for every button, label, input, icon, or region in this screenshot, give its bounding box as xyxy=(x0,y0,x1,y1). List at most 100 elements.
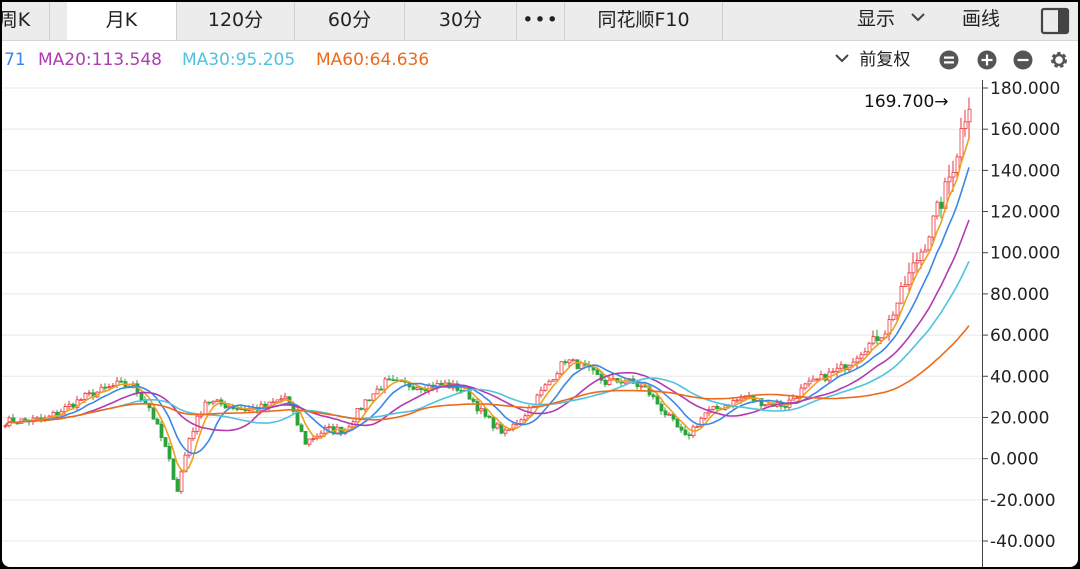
candle-body xyxy=(155,418,160,425)
price-adjust-dropdown[interactable]: 前复权 xyxy=(834,41,910,79)
y-tick-label: 100.000 xyxy=(990,244,1060,264)
candlestick-chart[interactable]: 180.000 160.000 140.000 120.000 100.000 80.00… xyxy=(2,80,1078,567)
candle xyxy=(819,370,824,380)
candle-body xyxy=(871,336,876,344)
gear-icon[interactable] xyxy=(1049,50,1069,70)
candle-body xyxy=(663,410,668,416)
chart-window: 周K 月K 120分 60分 30分 ••• 同花顺F10 显示 画线 71 M… xyxy=(0,0,1080,569)
candle-body xyxy=(559,361,564,375)
candle xyxy=(75,395,80,412)
candle xyxy=(379,385,384,391)
candle-body xyxy=(939,201,944,209)
candle-body xyxy=(375,388,380,395)
candle xyxy=(663,407,668,418)
candle-body xyxy=(811,378,816,382)
candle-body xyxy=(551,379,556,382)
candle-body xyxy=(215,399,220,402)
candle-body xyxy=(163,437,168,447)
y-tick-label: -40.000 xyxy=(990,532,1056,552)
ma60-value: MA60:64.636 xyxy=(316,50,430,70)
ma10-value: 71 xyxy=(4,50,26,70)
chevron-down-icon xyxy=(835,54,849,63)
candle-body xyxy=(307,438,312,445)
candle-body xyxy=(895,302,900,316)
candle xyxy=(151,407,156,420)
candle-body xyxy=(495,423,500,429)
candle-body xyxy=(211,400,216,404)
candle xyxy=(903,276,908,287)
candle xyxy=(211,400,216,406)
candle-body xyxy=(83,392,88,400)
candle xyxy=(87,389,92,397)
candle xyxy=(171,458,176,480)
candle-body xyxy=(519,419,524,424)
ma5-line xyxy=(4,137,970,473)
candle-body xyxy=(379,388,384,391)
candle-body xyxy=(795,397,800,399)
candle xyxy=(551,378,556,382)
tab-f10[interactable]: 同花顺F10 xyxy=(565,2,723,40)
candle xyxy=(91,388,96,401)
candle xyxy=(355,408,360,423)
candle xyxy=(735,398,740,404)
candle-body xyxy=(923,249,928,253)
tab-60min[interactable]: 60分 xyxy=(295,2,405,40)
candle xyxy=(311,436,316,443)
more-periods-button[interactable]: ••• xyxy=(517,2,565,40)
tab-120min[interactable]: 120分 xyxy=(177,2,295,40)
zoom-out-icon[interactable] xyxy=(1013,50,1033,70)
candle-body xyxy=(855,357,860,363)
candle xyxy=(547,379,552,386)
candle xyxy=(79,397,84,401)
tab-30min[interactable]: 30分 xyxy=(405,2,517,40)
zoom-in-icon[interactable] xyxy=(977,50,997,70)
candle-body xyxy=(815,378,820,381)
y-tick-label: 180.000 xyxy=(990,80,1060,99)
candle-body xyxy=(603,379,608,385)
candle-body xyxy=(471,398,476,402)
candle-body xyxy=(279,398,284,401)
candle-body xyxy=(207,401,212,404)
candle-body xyxy=(607,379,612,385)
candle-body xyxy=(119,380,124,383)
candle-body xyxy=(475,401,480,412)
candle xyxy=(695,425,700,428)
candle-body xyxy=(831,370,836,373)
draw-line-button[interactable]: 画线 xyxy=(962,2,1000,40)
sidebar-toggle-icon[interactable] xyxy=(1040,7,1070,35)
candle-body xyxy=(907,272,912,286)
candle-body xyxy=(963,121,968,129)
candle-body xyxy=(67,403,72,407)
candle-body xyxy=(791,397,796,401)
zoom-reset-icon[interactable] xyxy=(939,50,959,70)
candle-body xyxy=(899,286,904,304)
candle-body xyxy=(951,172,956,178)
ma30-line xyxy=(4,260,970,427)
candle xyxy=(187,437,192,459)
candle xyxy=(947,164,952,195)
candle-body xyxy=(203,401,208,415)
candle-body xyxy=(483,408,488,417)
candle xyxy=(307,438,312,447)
candle-body xyxy=(79,398,84,401)
candle-body xyxy=(579,362,584,369)
tab-weekly-k[interactable]: 周K xyxy=(2,2,50,40)
candle xyxy=(159,421,164,442)
candle xyxy=(539,386,544,398)
candle xyxy=(679,423,684,433)
candle xyxy=(119,377,124,383)
candle xyxy=(923,244,928,253)
candle xyxy=(963,109,968,137)
candle-body xyxy=(915,260,920,264)
candle xyxy=(651,392,656,400)
y-tick-label: 140.000 xyxy=(990,161,1060,181)
display-menu[interactable]: 显示 xyxy=(857,2,927,40)
candle-body xyxy=(271,401,276,404)
candle-body xyxy=(783,406,788,408)
candle-body xyxy=(359,408,364,410)
candle-body xyxy=(911,262,916,274)
candle-body xyxy=(275,399,280,403)
tab-monthly-k[interactable]: 月K xyxy=(67,2,177,40)
indicator-row: 71 MA20:113.548 MA30:95.205 MA60:64.636 … xyxy=(2,41,1078,79)
y-tick-label: 60.000 xyxy=(990,326,1049,346)
